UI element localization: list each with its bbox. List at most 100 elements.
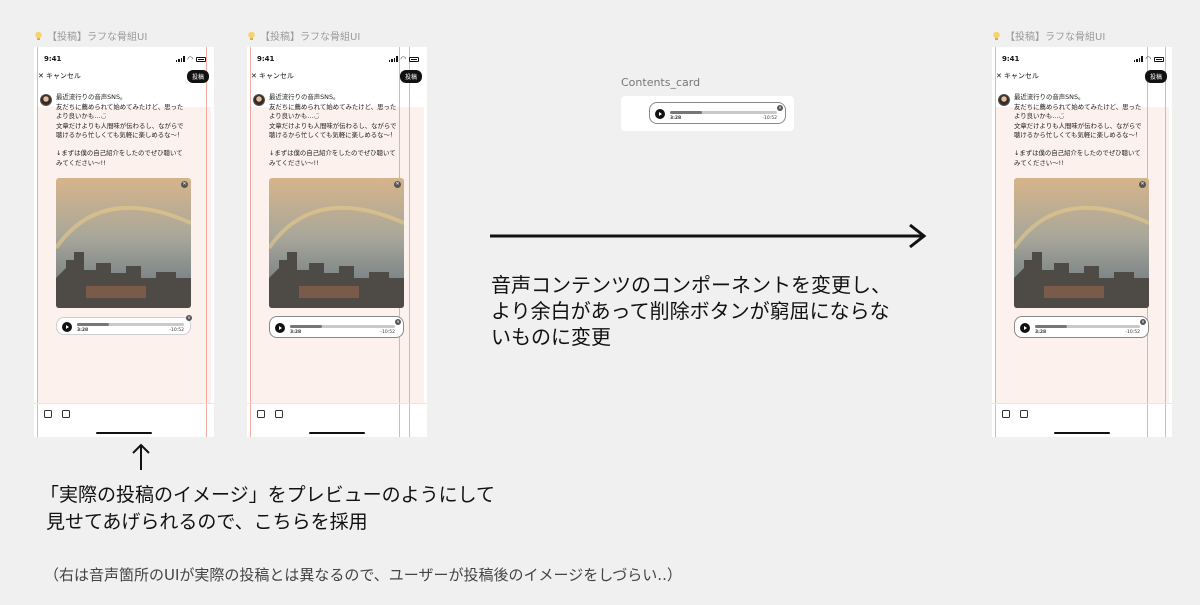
photo-remove-button[interactable]: ✕	[394, 181, 401, 188]
cancel-button[interactable]: ✕ キャンセル	[38, 71, 81, 81]
audio-progress-track[interactable]	[77, 323, 184, 326]
post-photo: ✕	[56, 178, 191, 308]
cancel-button[interactable]: ✕ キャンセル	[996, 71, 1039, 81]
close-icon: ✕	[38, 72, 44, 80]
close-icon: ✕	[996, 72, 1002, 80]
audio-remaining-time: -10:52	[380, 330, 395, 335]
audio-remove-button[interactable]: ✕	[395, 319, 401, 325]
avatar	[253, 94, 265, 106]
rainbow-photo	[56, 178, 191, 308]
layout-guide	[1165, 47, 1166, 437]
audio-progress-track[interactable]	[670, 111, 777, 114]
image-icon[interactable]	[44, 410, 52, 418]
post-line: 文章だけよりも人間味が伝わるし、ながらで	[1014, 121, 1142, 130]
adopt-line: 見せてあげられるので、こちらを採用	[46, 511, 368, 533]
wifi-icon: ◠	[400, 55, 406, 63]
play-button[interactable]	[275, 323, 285, 333]
layout-guide	[37, 47, 38, 437]
avatar	[998, 94, 1010, 106]
adopt-reason: 「実際の投稿のイメージ」をプレビューのようにして 見せてあげられるので、こちらを…	[40, 482, 495, 536]
post-line: 聴けるから忙しくても気軽に楽しめるな〜！	[1014, 131, 1142, 140]
post-line: 文章だけよりも人間味が伝わるし、ながらで	[56, 121, 184, 130]
bulb-icon	[993, 31, 1000, 40]
audio-remove-button[interactable]: ✕	[186, 315, 192, 321]
post-line: ↓まずは僕の自己紹介をしたのでぜひ聴いて	[269, 148, 396, 157]
photo-remove-button[interactable]: ✕	[1139, 181, 1146, 188]
post-button[interactable]: 投稿	[186, 69, 209, 83]
frame-title: 【投稿】ラフな骨組UI	[1005, 32, 1106, 43]
post-button[interactable]: 投稿	[399, 69, 422, 83]
frame-label-3: 【投稿】ラフな骨組UI	[992, 28, 1105, 43]
status-time: 9:41	[257, 55, 275, 63]
post-line: より良いかも…◡̈	[1014, 112, 1065, 121]
audio-current-time: 3:28	[1035, 330, 1047, 335]
audio-remove-button[interactable]: ✕	[1140, 319, 1146, 325]
adopt-line: 「実際の投稿のイメージ」をプレビューのようにして	[40, 484, 496, 506]
signal-icon	[388, 56, 398, 62]
cancel-label: キャンセル	[258, 72, 294, 80]
explanation-line: 音声コンテンツのコンポーネントを変更し、	[491, 273, 891, 297]
home-indicator	[309, 431, 365, 434]
wifi-icon: ◠	[1145, 55, 1151, 63]
image-icon[interactable]	[257, 410, 265, 418]
post-line: 聴けるから忙しくても気軽に楽しめるな〜！	[56, 131, 184, 140]
post-line: ↓まずは僕の自己紹介をしたのでぜひ聴いて	[56, 148, 183, 157]
audio-current-time: 3:28	[670, 116, 682, 121]
audio-remaining-time: -10:52	[169, 328, 184, 333]
wifi-icon: ◠	[187, 55, 193, 63]
post-photo: ✕	[1014, 178, 1149, 308]
audio-card: 3:28 -10:52 ✕	[649, 102, 786, 124]
audio-progress-fill	[290, 325, 322, 328]
post-button[interactable]: 投稿	[1144, 69, 1167, 83]
nav-bar: ✕ キャンセル 投稿	[38, 69, 209, 83]
post-text: 最近流行りの音声SNS。 友だちに薦められて始めてみたけど、思った より良いかも…	[269, 93, 419, 168]
status-time: 9:41	[44, 55, 62, 63]
post-line: 文章だけよりも人間味が伝わるし、ながらで	[269, 121, 397, 130]
post-line: みてください〜!!	[269, 158, 319, 167]
play-button[interactable]	[1020, 323, 1030, 333]
bulb-icon	[35, 31, 42, 40]
explanation-line: より余白があって削除ボタンが窮屈にならな	[491, 299, 890, 323]
audio-progress-fill	[77, 323, 110, 326]
photo-remove-button[interactable]: ✕	[181, 181, 188, 188]
post-line: 最近流行りの音声SNS。	[269, 93, 340, 101]
cancel-label: キャンセル	[45, 72, 81, 80]
contents-card-frame: 3:28 -10:52 ✕	[621, 96, 794, 131]
post-line: 最近流行りの音声SNS。	[56, 93, 127, 101]
frame-label-2: 【投稿】ラフな骨組UI	[247, 28, 360, 43]
close-icon: ✕	[251, 72, 257, 80]
nav-bar: ✕ キャンセル 投稿	[251, 69, 422, 83]
rainbow-photo	[1014, 178, 1149, 308]
gif-icon[interactable]	[275, 410, 283, 418]
audio-progress-fill	[670, 111, 703, 114]
audio-progress-track[interactable]	[290, 325, 395, 328]
gif-icon[interactable]	[1020, 410, 1028, 418]
toolbar-divider	[34, 403, 214, 404]
gif-icon[interactable]	[62, 410, 70, 418]
post-line: より良いかも…◡̈	[56, 112, 107, 121]
rainbow-photo	[269, 178, 404, 308]
post-line: ↓まずは僕の自己紹介をしたのでぜひ聴いて	[1014, 148, 1141, 157]
status-time: 9:41	[1002, 55, 1020, 63]
status-bar: 9:41 ◠	[44, 53, 206, 65]
post-text: 最近流行りの音声SNS。 友だちに薦められて始めてみたけど、思った より良いかも…	[56, 93, 206, 168]
audio-remove-button[interactable]: ✕	[777, 105, 783, 111]
image-icon[interactable]	[1002, 410, 1010, 418]
play-button[interactable]	[655, 109, 665, 119]
side-note: （右は音声箇所のUIが実際の投稿とは異なるので、ユーザーが投稿後のイメージをしづ…	[44, 566, 682, 584]
frame-title: 【投稿】ラフな骨組UI	[260, 32, 361, 43]
layout-guide	[250, 47, 251, 437]
play-button[interactable]	[62, 322, 72, 332]
frame-label-1: 【投稿】ラフな骨組UI	[34, 28, 147, 43]
change-explanation: 音声コンテンツのコンポーネントを変更し、 より余白があって削除ボタンが窮屈になら…	[491, 272, 891, 350]
phone-frame-3: 9:41 ◠ ✕ キャンセル 投稿 最近流行りの音声SNS。 友だちに薦められて始…	[992, 47, 1172, 437]
signal-icon	[1133, 56, 1143, 62]
toolbar-divider	[992, 403, 1172, 404]
audio-card: 3:28 -10:52 ✕	[56, 315, 192, 335]
cancel-button[interactable]: ✕ キャンセル	[251, 71, 294, 81]
cancel-label: キャンセル	[1003, 72, 1039, 80]
signal-icon	[175, 56, 185, 62]
post-line: 友だちに薦められて始めてみたけど、思った	[1014, 102, 1142, 111]
audio-current-time: 3:28	[77, 328, 89, 333]
audio-progress-track[interactable]	[1035, 325, 1140, 328]
